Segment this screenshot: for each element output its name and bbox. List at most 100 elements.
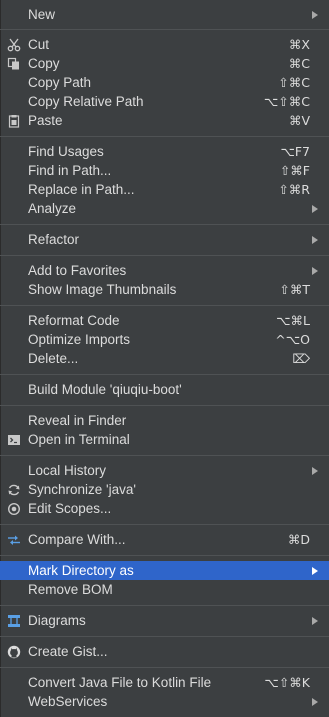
shortcut: ⇧⌘F [279, 163, 310, 178]
menu-item-build-module[interactable]: Build Module 'qiuqiu-boot' [0, 380, 329, 399]
menu-item-find-usages[interactable]: Find Usages ⌥F7 [0, 142, 329, 161]
menu-item-compare-with[interactable]: Compare With... ⌘D [0, 530, 329, 549]
menu-item-show-image-thumbnails[interactable]: Show Image Thumbnails ⇧⌘T [0, 280, 329, 299]
submenu-arrow-icon [312, 567, 318, 575]
shortcut: ⌥⇧⌘C [263, 94, 310, 109]
menu-item-refactor[interactable]: Refactor [0, 230, 329, 249]
menu-item-webservices[interactable]: WebServices [0, 692, 329, 711]
menu-item-label: Add to Favorites [28, 263, 127, 278]
menu-item-local-history[interactable]: Local History [0, 461, 329, 480]
menu-item-diagrams[interactable]: Diagrams [0, 611, 329, 630]
menu-item-delete[interactable]: Delete... ⌦ [0, 349, 329, 368]
separator [0, 667, 329, 668]
menu-item-edit-scopes[interactable]: Edit Scopes... [0, 499, 329, 518]
menu-item-label: Convert Java File to Kotlin File [28, 675, 212, 690]
menu-item-copy-path[interactable]: Copy Path ⇧⌘C [0, 73, 329, 92]
menu-item-label: New [28, 7, 56, 22]
shortcut: ⌥⇧⌘K [264, 675, 310, 690]
menu-item-label: Find in Path... [28, 163, 112, 178]
separator [0, 374, 329, 375]
separator [0, 455, 329, 456]
menu-item-synchronize[interactable]: Synchronize 'java' [0, 480, 329, 499]
menu-item-cut[interactable]: Cut ⌘X [0, 35, 329, 54]
menu-item-replace-in-path[interactable]: Replace in Path... ⇧⌘R [0, 180, 329, 199]
separator [0, 255, 329, 256]
menu-item-create-gist[interactable]: Create Gist... [0, 642, 329, 661]
github-icon [6, 644, 22, 659]
menu-item-label: Diagrams [28, 613, 86, 628]
shortcut: ⌦ [292, 351, 310, 366]
menu-item-label: Copy Relative Path [28, 94, 144, 109]
shortcut: ⇧⌘T [279, 282, 310, 297]
menu-item-label: Edit Scopes... [28, 501, 112, 516]
shortcut: ⌥⌘L [276, 313, 310, 328]
menu-item-new[interactable]: New [0, 5, 329, 24]
separator [0, 405, 329, 406]
menu-item-label: Open in Terminal [28, 432, 130, 447]
submenu-arrow-icon [312, 267, 318, 275]
menu-item-label: Local History [28, 463, 107, 478]
submenu-arrow-icon [312, 698, 318, 706]
menu-item-label: Optimize Imports [28, 332, 131, 347]
compare-icon [6, 532, 22, 547]
menu-item-reformat-code[interactable]: Reformat Code ⌥⌘L [0, 311, 329, 330]
menu-item-label: Remove BOM [28, 582, 113, 597]
shortcut: ⌘D [287, 532, 310, 547]
menu-item-label: Paste [28, 113, 63, 128]
menu-item-label: Compare With... [28, 532, 126, 547]
shortcut: ⌘V [288, 113, 310, 128]
separator [0, 555, 329, 556]
submenu-arrow-icon [312, 205, 318, 213]
separator [0, 29, 329, 30]
clipboard-icon [6, 113, 22, 128]
shortcut: ⌘X [288, 37, 310, 52]
menu-item-add-to-favorites[interactable]: Add to Favorites [0, 261, 329, 280]
menu-item-label: Find Usages [28, 144, 104, 159]
scope-icon [6, 501, 22, 516]
menu-item-reveal-in-finder[interactable]: Reveal in Finder [0, 411, 329, 430]
menu-item-open-in-terminal[interactable]: Open in Terminal [0, 430, 329, 449]
menu-item-paste[interactable]: Paste ⌘V [0, 111, 329, 130]
menu-item-copy-relative-path[interactable]: Copy Relative Path ⌥⇧⌘C [0, 92, 329, 111]
shortcut: ⌥F7 [280, 144, 310, 159]
menu-item-label: Create Gist... [28, 644, 108, 659]
menu-item-label: Copy Path [28, 75, 92, 90]
terminal-icon [6, 432, 22, 447]
menu-item-label: Delete... [28, 351, 79, 366]
menu-item-label: Cut [28, 37, 50, 52]
menu-item-label: Analyze [28, 201, 77, 216]
separator [0, 605, 329, 606]
shortcut: ⌘C [288, 56, 310, 71]
context-menu: New Cut ⌘X Copy ⌘C Copy Path ⇧⌘C Copy Re… [0, 0, 329, 717]
menu-item-optimize-imports[interactable]: Optimize Imports ^⌥O [0, 330, 329, 349]
menu-item-label: WebServices [28, 694, 108, 709]
sync-icon [6, 482, 22, 497]
menu-item-remove-bom[interactable]: Remove BOM [0, 580, 329, 599]
menu-item-label: Mark Directory as [28, 563, 134, 578]
menu-item-label: Reformat Code [28, 313, 120, 328]
separator [0, 136, 329, 137]
submenu-arrow-icon [312, 467, 318, 475]
separator [0, 636, 329, 637]
menu-item-label: Copy [28, 56, 60, 71]
copy-icon [6, 56, 22, 71]
menu-item-analyze[interactable]: Analyze [0, 199, 329, 218]
menu-item-mark-directory-as[interactable]: Mark Directory as [0, 561, 329, 580]
menu-item-label: Build Module 'qiuqiu-boot' [28, 382, 182, 397]
separator [0, 524, 329, 525]
menu-item-label: Reveal in Finder [28, 413, 127, 428]
menu-item-label: Replace in Path... [28, 182, 135, 197]
menu-item-label: Refactor [28, 232, 80, 247]
shortcut: ⇧⌘C [278, 75, 310, 90]
submenu-arrow-icon [312, 617, 318, 625]
shortcut: ⇧⌘R [278, 182, 310, 197]
submenu-arrow-icon [312, 236, 318, 244]
menu-item-copy[interactable]: Copy ⌘C [0, 54, 329, 73]
menu-item-find-in-path[interactable]: Find in Path... ⇧⌘F [0, 161, 329, 180]
menu-item-label: Show Image Thumbnails [28, 282, 177, 297]
shortcut: ^⌥O [275, 332, 310, 347]
scissors-icon [6, 37, 22, 52]
menu-item-convert-java-to-kotlin[interactable]: Convert Java File to Kotlin File ⌥⇧⌘K [0, 673, 329, 692]
separator [0, 305, 329, 306]
separator [0, 224, 329, 225]
